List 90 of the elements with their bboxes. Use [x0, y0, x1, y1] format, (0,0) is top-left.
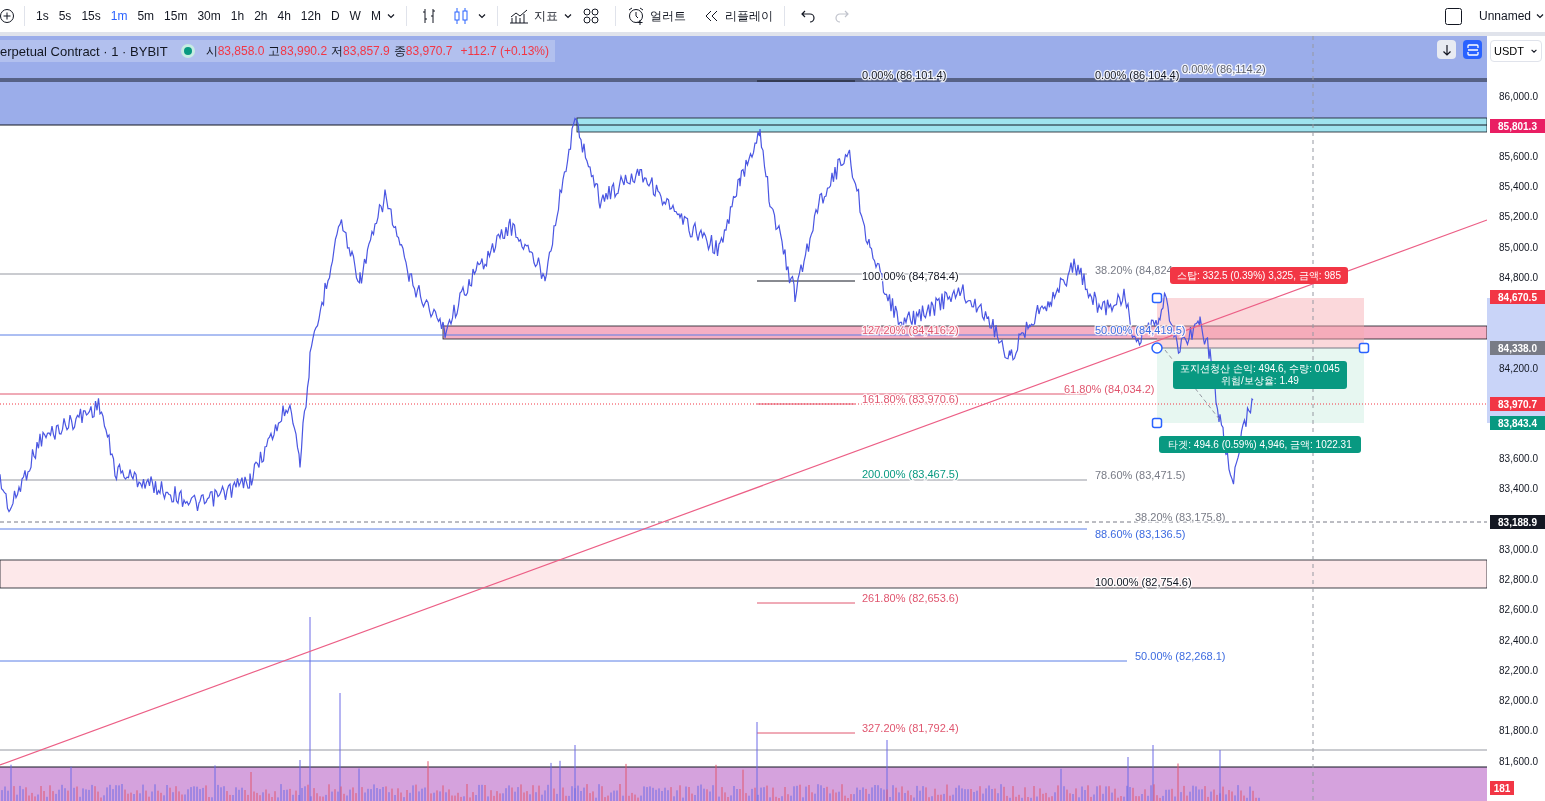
price-tick-label: 82,000.0 — [1499, 695, 1538, 707]
auto-scale-icon — [1466, 43, 1479, 56]
price-badge: 181 — [1490, 781, 1514, 795]
interval-button[interactable]: 30m — [192, 3, 226, 29]
fib-level-label: 100.00% (82,754.6) — [1095, 576, 1192, 588]
candlestick-icon[interactable] — [452, 7, 469, 25]
undo-icon[interactable] — [799, 8, 816, 24]
price-tick-label: 83,400.0 — [1499, 483, 1538, 495]
interval-button[interactable]: 1s — [31, 3, 54, 29]
layout-name-button[interactable]: Unnamed — [1473, 3, 1535, 29]
alerts-button[interactable]: 얼러트 — [621, 3, 691, 29]
price-tick-label: 84,800.0 — [1499, 271, 1538, 283]
fib-level-label: 127.20% (84,416.2) — [862, 324, 959, 336]
chevron-down-icon[interactable] — [476, 11, 487, 21]
chevron-down-icon[interactable] — [1535, 11, 1545, 21]
price-tick-label: 81,600.0 — [1499, 755, 1538, 767]
price-tick-label: 85,200.0 — [1499, 211, 1538, 223]
price-tick-label: 82,400.0 — [1499, 634, 1538, 646]
ohlc-value: 고83,990.2 — [268, 42, 328, 60]
pnl-label: 포지션청산 손익: 494.6, 수량: 0.045 위험/보상율: 1.49 — [1173, 361, 1347, 389]
price-tick-label: 82,800.0 — [1499, 574, 1538, 586]
chevron-down-icon[interactable] — [562, 11, 573, 21]
interval-button[interactable]: D — [325, 3, 345, 29]
price-badge: 83,188.9 — [1490, 515, 1545, 529]
grid-icon[interactable] — [582, 8, 599, 24]
interval-button[interactable]: 2h — [249, 3, 273, 29]
fib-level-label: 161.80% (83,970.6) — [862, 393, 959, 405]
price-tick-label: 83,000.0 — [1499, 543, 1538, 555]
price-badge: 83,843.4 — [1490, 416, 1545, 430]
rewind-icon — [703, 10, 720, 22]
fib-level-label: 78.60% (83,471.5) — [1095, 469, 1186, 481]
interval-button[interactable]: M — [365, 3, 386, 29]
price-tick-label: 81,800.0 — [1499, 725, 1538, 737]
interval-button[interactable]: 12h — [295, 3, 326, 29]
chevron-down-icon — [1530, 47, 1538, 55]
fib-level-label: 88.60% (83,136.5) — [1095, 528, 1186, 540]
alarm-clock-icon — [626, 7, 645, 25]
interval-button[interactable]: 15s — [76, 3, 106, 29]
interval-button[interactable]: 5m — [132, 3, 160, 29]
target-label: 타겟: 494.6 (0.59%) 4,946, 금액: 1022.31 — [1159, 436, 1361, 453]
currency-dropdown[interactable]: USDT — [1490, 40, 1542, 62]
price-badge: 83,970.7 — [1490, 397, 1545, 411]
indicators-button[interactable]: 지표 — [503, 3, 563, 29]
interval-button[interactable]: 5s — [53, 3, 77, 29]
fib-level-label: 61.80% (84,034.2) — [1064, 383, 1155, 395]
fib-level-label: 0.00% (86,104.4) — [1095, 69, 1180, 81]
ohlc-value: 시83,858.0 — [205, 42, 265, 60]
price-tick-label: 85,600.0 — [1499, 150, 1538, 162]
resize-handle[interactable] — [1151, 292, 1163, 304]
fib-level-label: 0.00% (86,114.2) — [1182, 63, 1266, 75]
stop-label: 스탑: 332.5 (0.39%) 3,325, 금액: 985 — [1170, 267, 1348, 284]
fib-level-label: 100.00% (84,784.4) — [862, 270, 959, 282]
interval-button[interactable]: W — [344, 3, 366, 29]
symbol-title: erpetual Contract · 1 · BYBIT — [0, 43, 168, 59]
scroll-down-button[interactable] — [1437, 40, 1456, 59]
interval-button[interactable]: 4h — [272, 3, 296, 29]
price-tick-label: 83,600.0 — [1499, 453, 1538, 465]
price-badge: 84,670.5 — [1490, 290, 1545, 304]
replay-button[interactable]: 리플레이 — [698, 3, 778, 29]
interval-button[interactable]: 1h — [225, 3, 250, 29]
price-tick-label: 82,200.0 — [1499, 664, 1538, 676]
checkbox-icon[interactable] — [1444, 7, 1462, 25]
auto-scale-button[interactable] — [1463, 40, 1482, 59]
chart-line-icon — [508, 8, 529, 24]
bar-chart-icon[interactable] — [420, 7, 437, 25]
market-status-dot — [183, 47, 192, 55]
interval-button[interactable]: 1m — [105, 3, 133, 29]
ohlc-value: 종83,970.7 — [393, 42, 453, 60]
fib-level-label: 38.20% (83,175.8) — [1135, 511, 1226, 523]
interval-button[interactable]: 15m — [159, 3, 193, 29]
price-badge: 85,801.3 — [1490, 119, 1545, 133]
price-badge: 84,338.0 — [1490, 341, 1545, 355]
price-tick-label: 86,000.0 — [1499, 90, 1538, 102]
price-tick-label: 85,400.0 — [1499, 181, 1538, 193]
chevron-down-icon[interactable] — [385, 11, 396, 21]
fib-level-label: 50.00% (82,268.1) — [1135, 650, 1226, 662]
add-icon[interactable] — [0, 8, 14, 24]
fib-level-label: 200.00% (83,467.5) — [862, 468, 959, 480]
resize-handle[interactable] — [1151, 417, 1163, 429]
price-tick-label: 85,000.0 — [1499, 241, 1538, 253]
fib-level-label: 261.80% (82,653.6) — [862, 592, 959, 604]
ohlc-value: 저83,857.9 — [331, 42, 390, 60]
price-tick-label: 84,200.0 — [1499, 362, 1538, 374]
entry-handle[interactable] — [1151, 342, 1163, 354]
fib-level-label: 327.20% (81,792.4) — [862, 722, 959, 734]
fib-level-label: 0.00% (86,101.4) — [862, 69, 947, 81]
price-change: +112.7 (+0.13%) — [460, 44, 549, 58]
resize-handle[interactable] — [1358, 342, 1370, 354]
arrow-down-icon — [1441, 43, 1452, 56]
price-tick-label: 82,600.0 — [1499, 604, 1538, 616]
